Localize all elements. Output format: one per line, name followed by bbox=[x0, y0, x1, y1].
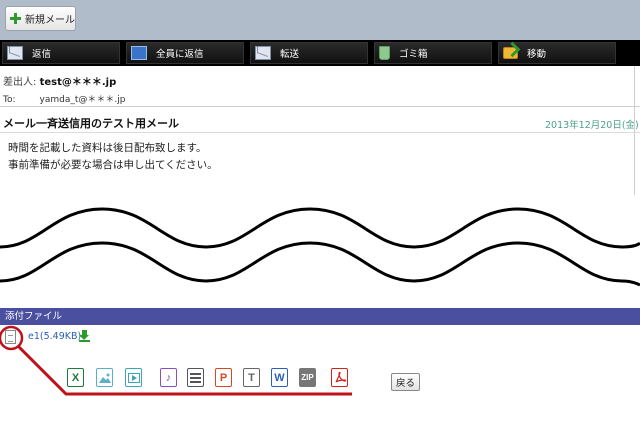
plus-icon bbox=[10, 13, 21, 24]
forward-button[interactable]: 転送 bbox=[250, 42, 368, 64]
header-divider bbox=[0, 106, 640, 107]
mail-subject: メール一斉送信用のテスト用メール bbox=[3, 117, 179, 130]
new-mail-button[interactable]: 新規メール bbox=[5, 6, 76, 31]
envelope-group-icon bbox=[131, 46, 147, 60]
image-file-icon bbox=[96, 368, 113, 387]
trash-label: ゴミ箱 bbox=[399, 49, 428, 60]
move-label: 移動 bbox=[527, 49, 547, 60]
body-line: 時間を記載した資料は後日配布致します。 bbox=[8, 142, 207, 154]
forward-label: 転送 bbox=[280, 49, 300, 60]
envelope-icon bbox=[7, 46, 23, 60]
to-label: To: bbox=[3, 95, 16, 105]
word-file-icon: W bbox=[271, 368, 288, 387]
mail-body: 時間を記載した資料は後日配布致します。 事前準備が必要な場合は申し出てください。 bbox=[8, 140, 218, 174]
subject-divider bbox=[0, 132, 640, 133]
forward-envelope-icon bbox=[255, 46, 271, 60]
to-address: yamda_t@＊＊＊.jp bbox=[39, 95, 126, 105]
reply-button[interactable]: 返信 bbox=[2, 42, 120, 64]
plain-text-file-icon: T bbox=[243, 368, 260, 387]
mail-view-page: 新規メール 返信 全員に返信 転送 ゴミ箱 移動 差出人: test@＊＊＊.j… bbox=[0, 0, 640, 426]
text-file-icon bbox=[187, 368, 204, 387]
pdf-file-icon bbox=[331, 368, 348, 387]
folder-move-icon bbox=[503, 47, 518, 59]
from-address: test@＊＊＊.jp bbox=[39, 77, 117, 88]
audio-file-icon: ♪ bbox=[160, 368, 177, 387]
trash-button[interactable]: ゴミ箱 bbox=[374, 42, 492, 64]
trash-icon bbox=[379, 46, 390, 60]
top-bar: 新規メール bbox=[0, 0, 640, 40]
powerpoint-file-icon: P bbox=[215, 368, 232, 387]
move-button[interactable]: 移動 bbox=[498, 42, 616, 64]
from-row: 差出人: test@＊＊＊.jp bbox=[3, 73, 116, 88]
to-row: To: yamda_t@＊＊＊.jp bbox=[3, 92, 125, 105]
mail-toolbar: 返信 全員に返信 転送 ゴミ箱 移動 bbox=[0, 40, 640, 66]
omission-wave bbox=[0, 195, 640, 287]
back-button[interactable]: 戻る bbox=[391, 373, 420, 391]
reply-all-button[interactable]: 全員に返信 bbox=[126, 42, 244, 64]
from-label: 差出人: bbox=[3, 77, 37, 88]
body-line: 事前準備が必要な場合は申し出てください。 bbox=[8, 159, 218, 171]
video-file-icon bbox=[125, 368, 142, 387]
reply-label: 返信 bbox=[32, 49, 52, 60]
reply-all-label: 全員に返信 bbox=[156, 49, 204, 60]
highlight-annotation bbox=[0, 325, 352, 396]
zip-file-icon: ZIP bbox=[299, 368, 316, 387]
excel-file-icon: X bbox=[67, 368, 84, 387]
new-mail-label: 新規メール bbox=[25, 15, 75, 26]
mail-date: 2013年12月20日(金) 17: bbox=[545, 120, 640, 131]
